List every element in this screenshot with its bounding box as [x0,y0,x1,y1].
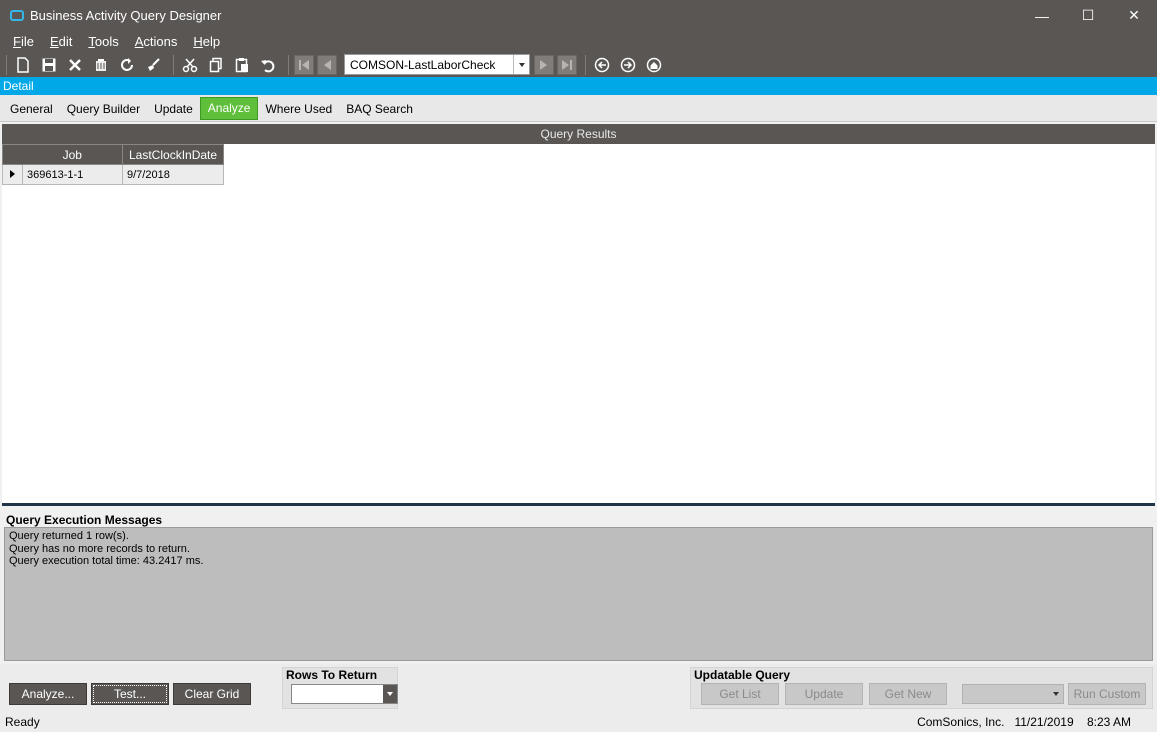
clear-grid-button[interactable]: Clear Grid [173,683,251,705]
status-info: ComSonics, Inc. 11/21/2019 8:23 AM [917,712,1131,732]
cell-job[interactable]: 369613-1-1 [22,164,123,185]
column-header-last-clock-in-date[interactable]: LastClockInDate [121,144,225,165]
row-selector-header [2,144,23,165]
copy-icon[interactable] [205,54,227,76]
undo-icon[interactable] [257,54,279,76]
back-arrow-icon[interactable] [591,54,613,76]
table-row[interactable]: 369613-1-1 9/7/2018 [2,164,225,185]
home-icon[interactable] [643,54,665,76]
tab-where-used[interactable]: Where Used [258,97,339,121]
update-button[interactable]: Update [785,683,863,705]
cell-last-clock-in-date[interactable]: 9/7/2018 [121,164,225,185]
menu-tools[interactable]: Tools [85,34,121,49]
save-icon[interactable] [38,54,60,76]
updatable-query-label: Updatable Query [694,668,791,682]
menu-help[interactable]: Help [190,34,223,49]
query-selector[interactable]: COMSON-LastLaborCheck [344,54,530,75]
window-controls: — ☐ ✕ [1019,0,1157,31]
status-company: ComSonics, Inc. [917,715,1005,729]
get-list-button[interactable]: Get List [701,683,779,705]
previous-record-button[interactable] [317,54,337,75]
broom-icon[interactable] [142,54,164,76]
status-time: 8:23 AM [1086,715,1131,729]
analyze-button[interactable]: Analyze... [9,683,87,705]
test-button[interactable]: Test... [91,683,169,705]
custom-action-select[interactable] [962,684,1064,704]
paste-icon[interactable] [231,54,253,76]
message-line: Query has no more records to return. [9,542,190,555]
dropdown-arrow-icon[interactable] [383,685,397,703]
menu-file[interactable]: File [10,34,37,49]
next-record-button[interactable] [534,54,554,75]
messages-title: Query Execution Messages [6,513,163,527]
new-icon[interactable] [12,54,34,76]
first-record-button[interactable] [294,54,314,75]
status-date: 11/21/2019 [1014,715,1074,729]
clear-icon[interactable] [90,54,112,76]
app-icon [10,10,24,21]
delete-icon[interactable] [64,54,86,76]
dropdown-arrow-icon[interactable] [513,55,529,74]
message-line: Query returned 1 row(s). [9,530,129,542]
refresh-icon[interactable] [116,54,138,76]
tab-baq-search[interactable]: BAQ Search [339,97,420,121]
row-selector-arrow-icon[interactable] [2,164,23,185]
query-results-header: Query Results [2,124,1155,144]
menu-bar: File Edit Tools Actions Help [0,31,1157,52]
tab-analyze[interactable]: Analyze [199,97,259,120]
forward-arrow-icon[interactable] [617,54,639,76]
tab-general[interactable]: General [3,97,60,121]
minimize-button[interactable]: — [1019,0,1065,31]
cut-icon[interactable] [179,54,201,76]
maximize-button[interactable]: ☐ [1065,0,1111,31]
toolbar-separator [173,54,174,75]
title-bar: Business Activity Query Designer — ☐ ✕ [0,0,1157,31]
message-line: Query execution total time: 43.2417 ms. [9,555,204,567]
close-button[interactable]: ✕ [1111,0,1157,31]
dropdown-arrow-icon[interactable] [1049,685,1063,703]
menu-edit[interactable]: Edit [47,34,75,49]
toolbar-separator [6,54,7,75]
tab-update[interactable]: Update [147,97,200,121]
query-selector-value: COMSON-LastLaborCheck [350,57,496,72]
toolbar-separator [585,54,586,75]
tab-query-builder[interactable]: Query Builder [60,97,147,121]
status-bar: Ready ComSonics, Inc. 11/21/2019 8:23 AM [0,712,1157,732]
last-record-button[interactable] [557,54,577,75]
query-results-grid: Job LastClockInDate 369613-1-1 9/7/2018 [2,144,1155,506]
detail-bar: Detail [0,77,1157,95]
window-title: Business Activity Query Designer [30,8,222,23]
toolbar-separator [288,54,289,75]
get-new-button[interactable]: Get New [869,683,947,705]
messages-box[interactable]: Query returned 1 row(s). Query has no mo… [4,527,1153,661]
rows-to-return-label: Rows To Return [286,668,378,682]
tab-bar: General Query Builder Update Analyze Whe… [0,95,1157,122]
status-text: Ready [5,715,40,729]
column-header-job[interactable]: Job [22,144,123,165]
action-panel: Analyze... Test... Clear Grid Rows To Re… [0,664,1157,712]
menu-actions[interactable]: Actions [132,34,181,49]
results-table: Job LastClockInDate 369613-1-1 9/7/2018 [2,144,225,185]
rows-to-return-select[interactable] [291,684,398,704]
toolbar: COMSON-LastLaborCheck [0,52,1157,77]
run-custom-button[interactable]: Run Custom [1068,683,1146,705]
